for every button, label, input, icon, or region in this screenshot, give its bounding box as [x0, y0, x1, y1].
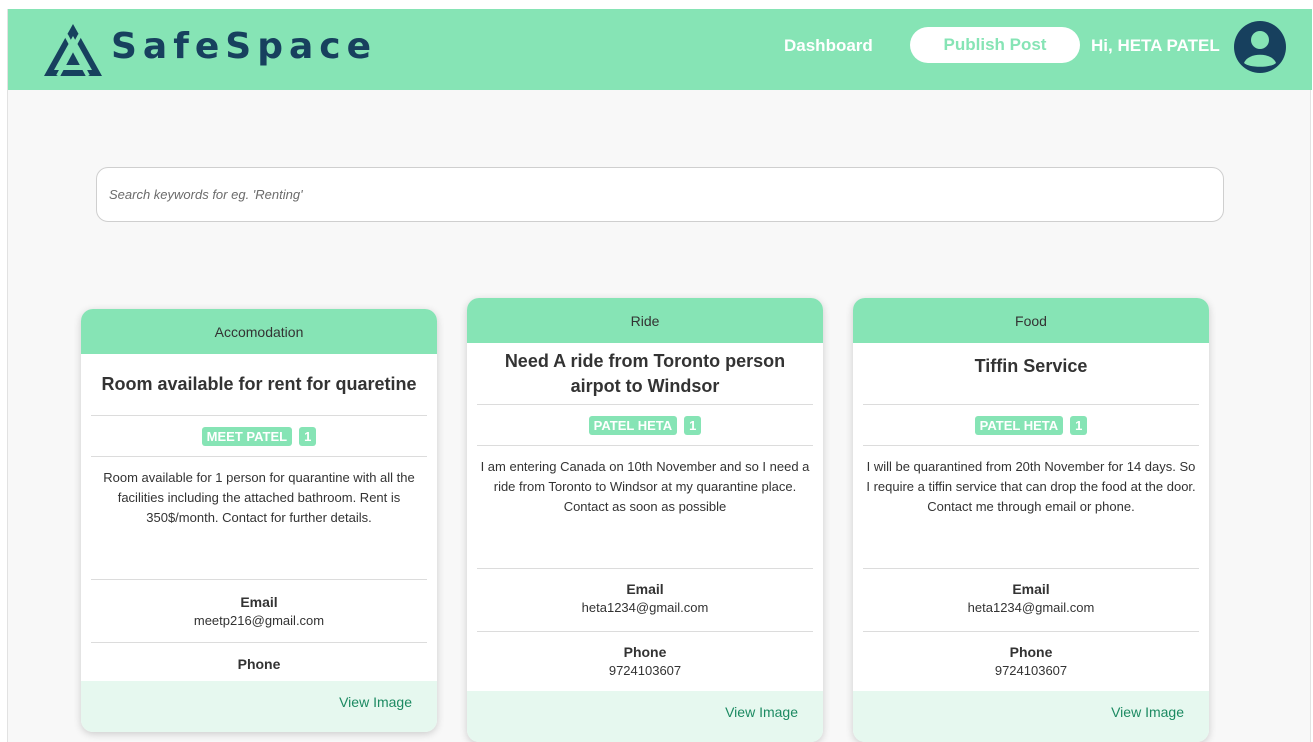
email-value: meetp216@gmail.com: [193, 613, 325, 628]
card-category: Food: [853, 298, 1209, 343]
publish-post-button[interactable]: Publish Post: [910, 27, 1080, 63]
view-image-link[interactable]: View Image: [1111, 704, 1184, 720]
email-section: Email meetp216@gmail.com: [91, 580, 427, 642]
card-description: I am entering Canada on 10th November an…: [480, 459, 810, 514]
author-badges: PATEL HETA 1: [863, 405, 1199, 445]
email-section: Email heta1234@gmail.com: [477, 569, 813, 631]
email-value: heta1234@gmail.com: [581, 600, 709, 615]
card-footer: View Image: [467, 691, 823, 742]
brand-name: SafeSpace: [111, 26, 378, 67]
phone-section: Phone: [91, 643, 427, 672]
phone-label: Phone: [623, 644, 667, 660]
post-card: Accomodation Room available for rent for…: [81, 309, 437, 732]
phone-section: Phone 9724103607: [477, 632, 813, 678]
count-badge: 1: [684, 415, 702, 435]
card-description: I will be quarantined from 20th November…: [866, 459, 1196, 514]
author-badges: MEET PATEL 1: [91, 416, 427, 456]
phone-value: 9724103607: [608, 663, 682, 678]
email-value: heta1234@gmail.com: [967, 600, 1095, 615]
card-title: Need A ride from Toronto person airpot t…: [504, 350, 786, 396]
author-badge: PATEL HETA: [588, 415, 678, 435]
triangle-logo-icon: [44, 24, 102, 77]
phone-label: Phone: [1009, 644, 1053, 660]
email-section: Email heta1234@gmail.com: [863, 569, 1199, 631]
card-footer: View Image: [81, 681, 437, 732]
count-badge: 1: [1070, 415, 1088, 435]
view-image-link[interactable]: View Image: [339, 694, 412, 710]
search-input[interactable]: [96, 167, 1224, 222]
navbar: SafeSpace Dashboard Publish Post Hi, HET…: [8, 9, 1312, 90]
post-card: Food Tiffin Service PATEL HETA 1 I will …: [853, 298, 1209, 742]
view-image-link[interactable]: View Image: [725, 704, 798, 720]
email-label: Email: [1012, 581, 1050, 597]
card-footer: View Image: [853, 691, 1209, 742]
phone-label: Phone: [237, 656, 281, 672]
phone-value: 9724103607: [994, 663, 1068, 678]
card-category: Accomodation: [81, 309, 437, 354]
author-badges: PATEL HETA 1: [477, 405, 813, 445]
user-greeting: Hi, HETA PATEL: [1091, 36, 1220, 55]
email-label: Email: [626, 581, 664, 597]
user-circle-icon[interactable]: [1234, 21, 1286, 73]
card-title: Room available for rent for quaretine: [101, 374, 417, 394]
card-description: Room available for 1 person for quaranti…: [103, 470, 415, 525]
card-category: Ride: [467, 298, 823, 343]
post-card: Ride Need A ride from Toronto person air…: [467, 298, 823, 742]
author-badge: MEET PATEL: [201, 426, 293, 446]
app-frame: SafeSpace Dashboard Publish Post Hi, HET…: [7, 9, 1312, 742]
dashboard-link[interactable]: Dashboard: [784, 36, 873, 56]
email-label: Email: [240, 594, 278, 610]
phone-section: Phone 9724103607: [863, 632, 1199, 678]
count-badge: 1: [299, 426, 317, 446]
author-badge: PATEL HETA: [974, 415, 1064, 435]
card-title: Tiffin Service: [974, 356, 1088, 376]
